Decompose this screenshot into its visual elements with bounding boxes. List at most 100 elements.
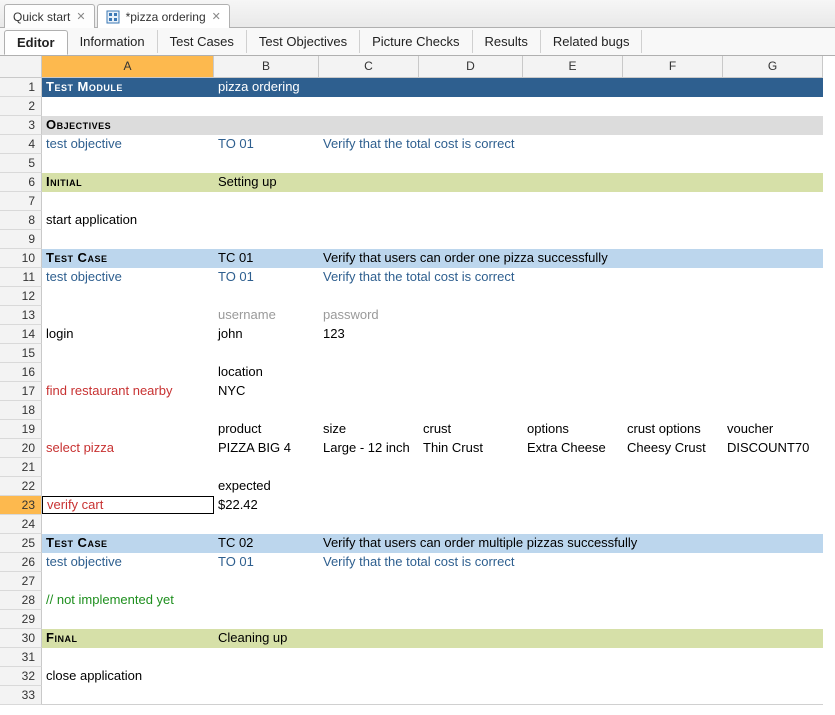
cell-D32[interactable]	[419, 667, 523, 686]
cell-G23[interactable]	[723, 496, 823, 515]
cell-D21[interactable]	[419, 458, 523, 477]
cell-E5[interactable]	[523, 154, 623, 173]
cell-A15[interactable]	[42, 344, 214, 363]
cell-D5[interactable]	[419, 154, 523, 173]
cell-C32[interactable]	[319, 667, 419, 686]
cell-B6[interactable]: Setting up	[214, 173, 319, 192]
cell-A32[interactable]: close application	[42, 667, 214, 686]
cell-F3[interactable]	[623, 116, 723, 135]
cell-B1[interactable]: pizza ordering	[214, 78, 319, 97]
cell-F1[interactable]	[623, 78, 723, 97]
cell-A3[interactable]: Objectives	[42, 116, 214, 135]
cell-F14[interactable]	[623, 325, 723, 344]
row-header[interactable]: 26	[0, 553, 42, 572]
cell-C17[interactable]	[319, 382, 419, 401]
cell-B5[interactable]	[214, 154, 319, 173]
cell-B17[interactable]: NYC	[214, 382, 319, 401]
cell-C27[interactable]	[319, 572, 419, 591]
cell-D17[interactable]	[419, 382, 523, 401]
row-header[interactable]: 28	[0, 591, 42, 610]
cell-G27[interactable]	[723, 572, 823, 591]
cell-F32[interactable]	[623, 667, 723, 686]
cell-C22[interactable]	[319, 477, 419, 496]
cell-F22[interactable]	[623, 477, 723, 496]
cell-F24[interactable]	[623, 515, 723, 534]
row-header[interactable]: 27	[0, 572, 42, 591]
cell-B13[interactable]: username	[214, 306, 319, 325]
tab-results[interactable]: Results	[473, 30, 541, 53]
cell-F27[interactable]	[623, 572, 723, 591]
cell-A31[interactable]	[42, 648, 214, 667]
cell-B30[interactable]: Cleaning up	[214, 629, 319, 648]
cell-E21[interactable]	[523, 458, 623, 477]
row-header[interactable]: 15	[0, 344, 42, 363]
cell-F19[interactable]: crust options	[623, 420, 723, 439]
cell-D15[interactable]	[419, 344, 523, 363]
cell-A27[interactable]	[42, 572, 214, 591]
cell-E8[interactable]	[523, 211, 623, 230]
column-header-F[interactable]: F	[623, 56, 723, 78]
cell-A24[interactable]	[42, 515, 214, 534]
cell-D33[interactable]	[419, 686, 523, 705]
cell-D20[interactable]: Thin Crust	[419, 439, 523, 458]
cell-G33[interactable]	[723, 686, 823, 705]
cell-B19[interactable]: product	[214, 420, 319, 439]
row-header[interactable]: 17	[0, 382, 42, 401]
cell-G2[interactable]	[723, 97, 823, 116]
cell-G20[interactable]: DISCOUNT70	[723, 439, 823, 458]
cell-C21[interactable]	[319, 458, 419, 477]
row-header[interactable]: 18	[0, 401, 42, 420]
cell-F6[interactable]	[623, 173, 723, 192]
cell-G32[interactable]	[723, 667, 823, 686]
cell-D29[interactable]	[419, 610, 523, 629]
cell-G15[interactable]	[723, 344, 823, 363]
cell-B26[interactable]: TO 01	[214, 553, 319, 572]
cell-B9[interactable]	[214, 230, 319, 249]
cell-F7[interactable]	[623, 192, 723, 211]
cell-C15[interactable]	[319, 344, 419, 363]
row-header[interactable]: 1	[0, 78, 42, 97]
cell-B2[interactable]	[214, 97, 319, 116]
row-header[interactable]: 19	[0, 420, 42, 439]
row-header[interactable]: 6	[0, 173, 42, 192]
cell-F2[interactable]	[623, 97, 723, 116]
cell-D14[interactable]	[419, 325, 523, 344]
cell-C6[interactable]	[319, 173, 419, 192]
cell-G22[interactable]	[723, 477, 823, 496]
cell-E24[interactable]	[523, 515, 623, 534]
cell-A7[interactable]	[42, 192, 214, 211]
cell-D24[interactable]	[419, 515, 523, 534]
tab-editor[interactable]: Editor	[4, 30, 68, 55]
row-header[interactable]: 33	[0, 686, 42, 705]
cell-G24[interactable]	[723, 515, 823, 534]
row-header[interactable]: 32	[0, 667, 42, 686]
cell-C18[interactable]	[319, 401, 419, 420]
cell-A17[interactable]: find restaurant nearby	[42, 382, 214, 401]
cell-E22[interactable]	[523, 477, 623, 496]
cell-E29[interactable]	[523, 610, 623, 629]
cell-B3[interactable]	[214, 116, 319, 135]
cell-A29[interactable]	[42, 610, 214, 629]
cell-A20[interactable]: select pizza	[42, 439, 214, 458]
cell-E30[interactable]	[523, 629, 623, 648]
cell-C8[interactable]	[319, 211, 419, 230]
row-header[interactable]: 25	[0, 534, 42, 553]
cell-A33[interactable]	[42, 686, 214, 705]
cell-B20[interactable]: PIZZA BIG 4	[214, 439, 319, 458]
cell-G18[interactable]	[723, 401, 823, 420]
cell-B25[interactable]: TC 02	[214, 534, 319, 553]
cell-B23[interactable]: $22.42	[214, 496, 319, 515]
cell-G21[interactable]	[723, 458, 823, 477]
cell-C11[interactable]: Verify that the total cost is correct	[319, 268, 823, 287]
column-header-B[interactable]: B	[214, 56, 319, 78]
cell-C31[interactable]	[319, 648, 419, 667]
row-header[interactable]: 5	[0, 154, 42, 173]
row-header[interactable]: 29	[0, 610, 42, 629]
cell-A10[interactable]: Test Case	[42, 249, 214, 268]
row-header[interactable]: 30	[0, 629, 42, 648]
cell-F31[interactable]	[623, 648, 723, 667]
cell-D18[interactable]	[419, 401, 523, 420]
cell-E14[interactable]	[523, 325, 623, 344]
cell-D30[interactable]	[419, 629, 523, 648]
cell-G17[interactable]	[723, 382, 823, 401]
